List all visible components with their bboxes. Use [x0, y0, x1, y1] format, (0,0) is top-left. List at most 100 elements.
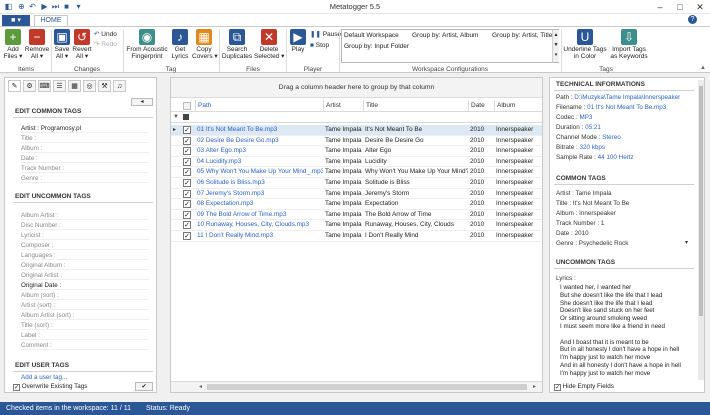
revert-all-button[interactable]: ↺ Revert All ▾ [72, 29, 92, 60]
uncommon-field[interactable]: Label : [21, 331, 149, 340]
import-tags-button[interactable]: ⇩ Import Tags as Keywords [608, 29, 650, 60]
workspace-item[interactable]: Group by: Artist, Album [412, 32, 478, 39]
common-field-title[interactable]: Title : [21, 134, 149, 143]
table-row[interactable]: ✓ 03 Alter Ego.mp3 Tame Impala Alter Ego 201… [171, 146, 542, 157]
info-scroll-thumb[interactable] [699, 86, 703, 316]
row-checkbox[interactable]: ✓ [183, 136, 191, 145]
maximize-icon[interactable]: □ [670, 0, 690, 14]
table-row[interactable]: ✓ 02 Desire Be Desire Go.mp3 Tame Impala De… [171, 136, 542, 147]
uncommon-field[interactable]: Title (sort) : [21, 321, 149, 330]
uncommon-field[interactable]: Original Album : [21, 261, 149, 270]
hide-empty-option[interactable]: ✓ Hide Empty Fields [554, 383, 614, 391]
table-row[interactable]: ✓ 08 Expectation.mp3 Tame Impala Expectatio… [171, 199, 542, 210]
overwrite-option[interactable]: ✓ Overwrite Existing Tags [13, 383, 87, 391]
delete-selected-button[interactable]: ✕ Delete Selected ▾ [254, 29, 284, 60]
undo-button[interactable]: ↶ Undo [94, 31, 117, 39]
lyrics-text[interactable]: I wanted her, I wanted her But she doesn'… [550, 284, 692, 380]
column-header-path[interactable]: Path [195, 100, 323, 112]
play-button[interactable]: ▶ Play [288, 29, 308, 53]
common-field-date[interactable]: Date : [21, 154, 149, 163]
uncommon-field[interactable]: Artist (sort) : [21, 301, 149, 310]
cover-tab-icon[interactable]: ▦ [68, 80, 81, 92]
web-tab-icon[interactable]: ◎ [83, 80, 96, 92]
row-checkbox[interactable]: ✓ [183, 232, 191, 240]
format-tab-icon[interactable]: ⚙ [23, 80, 36, 92]
row-checkbox[interactable]: ✓ [183, 200, 191, 209]
common-tag-genre[interactable]: Genre : Psychedelic Rock ▾ [556, 239, 692, 248]
row-checkbox[interactable]: ✓ [183, 221, 191, 230]
uncommon-field[interactable]: Lyricist : [21, 231, 149, 240]
workspace-list[interactable]: Default Workspace Group by: Artist, Albu… [341, 29, 559, 63]
scroll-right-icon[interactable]: ▸ [533, 383, 536, 390]
uncommon-field[interactable]: Languages : [21, 251, 149, 260]
workspace-item[interactable]: Group by: Input Folder [344, 43, 409, 50]
common-field-genre[interactable]: Genre : [21, 174, 149, 183]
row-checkbox[interactable]: ✓ [183, 179, 191, 187]
uncommon-field[interactable]: Album (sort) : [21, 291, 149, 300]
file-tab[interactable]: ■ ▾ [2, 15, 30, 26]
pause-button[interactable]: ❚❚ Pause [310, 31, 341, 39]
apply-tags-button[interactable]: ✔ [135, 382, 153, 391]
uncommon-field[interactable]: Album Artist : [21, 211, 149, 220]
table-row[interactable]: ✓ 10 Runaway, Houses, City, Clouds.mp3 Tam… [171, 220, 542, 231]
table-row[interactable]: ✓ 09 The Bold Arrow of Time.mp3 Tame Impal… [171, 210, 542, 221]
common-tag-date[interactable]: Date : 2010 [556, 229, 692, 238]
common-field-track[interactable]: Track Number : [21, 164, 149, 173]
overwrite-checkbox[interactable]: ✓ [13, 384, 20, 391]
genre-dropdown-icon[interactable]: ▾ [685, 239, 688, 248]
group-by-area[interactable]: Drag a column header here to group by th… [171, 78, 542, 98]
list-tab-icon[interactable]: ☰ [53, 80, 66, 92]
table-row[interactable]: ✓ 05 Why Won't You Make Up Your Mind_.mp3… [171, 167, 542, 178]
search-duplicates-button[interactable]: ⧉ Search Duplicates [221, 29, 253, 60]
common-tag-artist[interactable]: Artist : Tame Impala [556, 189, 692, 198]
row-checkbox[interactable]: ✓ [183, 126, 191, 134]
table-row[interactable]: ✓ 04 Lucidity.mp3 Tame Impala Lucidity 2010 I… [171, 157, 542, 168]
audio-tab-icon[interactable]: ♫ [113, 80, 126, 92]
add-user-tag-link[interactable]: Add a user tag... [21, 374, 67, 381]
hide-empty-checkbox[interactable]: ✓ [554, 384, 561, 391]
table-row[interactable]: ✓ 07 Jeremy's Storm.mp3 Tame Impala Jeremy'… [171, 189, 542, 200]
get-lyrics-button[interactable]: ♪ Get Lyrics [170, 29, 190, 60]
collapse-panel-button[interactable]: ◂ [131, 98, 153, 106]
uncommon-field[interactable]: Original Artist : [21, 271, 149, 280]
row-checkbox[interactable]: ✓ [183, 168, 191, 177]
tag-edit-tab-icon[interactable]: ✎ [8, 80, 21, 92]
save-all-button[interactable]: ▣ Save All ▾ [53, 29, 71, 60]
acoustic-fingerprint-button[interactable]: ◉ From Acoustic Fingerprint [125, 29, 169, 60]
home-tab[interactable]: HOME [34, 15, 68, 26]
common-tag-track[interactable]: Track Number : 1 [556, 219, 692, 228]
row-checkbox[interactable]: ✓ [183, 210, 191, 219]
minimize-icon[interactable]: – [650, 0, 670, 14]
row-checkbox[interactable]: ✓ [183, 189, 191, 198]
add-files-button[interactable]: + Add Files ▾ [2, 29, 24, 60]
close-icon[interactable]: ✕ [690, 0, 710, 14]
stop-button[interactable]: ■ Stop [310, 42, 329, 50]
row-checkbox[interactable]: ✓ [183, 147, 191, 156]
left-splitter[interactable] [160, 77, 166, 393]
table-row[interactable]: ✓ 11 I Don't Really Mind.mp3 Tame Impala I … [171, 231, 542, 242]
help-icon[interactable]: ? [688, 15, 697, 24]
uncommon-field[interactable]: Album Artist (sort) : [21, 311, 149, 320]
filter-row[interactable]: ▼ [171, 113, 542, 123]
workspace-item[interactable]: Group by: Artist, Title [492, 32, 552, 39]
column-header-date[interactable]: Date [468, 100, 494, 112]
uncommon-field[interactable]: Composer : [21, 241, 149, 250]
horizontal-scrollbar[interactable]: ◂ ▸ [171, 381, 542, 392]
collapse-ribbon-icon[interactable]: ▲ [700, 65, 706, 71]
underline-tags-button[interactable]: U Underline Tags in Color [563, 29, 607, 60]
uncommon-field[interactable]: Disc Number : [21, 221, 149, 230]
script-tab-icon[interactable]: ⌨ [38, 80, 51, 92]
scroll-left-icon[interactable]: ◂ [199, 383, 202, 390]
filter-checkbox[interactable] [183, 114, 189, 120]
uncommon-field[interactable]: Original Date : [21, 281, 149, 290]
workspace-scroll[interactable]: ▲ ▼ ▾ [552, 30, 559, 62]
column-header-artist[interactable]: Artist [323, 100, 363, 112]
row-checkbox[interactable]: ✓ [183, 157, 191, 166]
column-header-album[interactable]: Album [494, 100, 534, 112]
workspace-item[interactable]: Default Workspace [344, 32, 399, 39]
table-row[interactable]: ▸ ✓ 01 It's Not Meant To Be.mp3 Tame Impala… [171, 125, 542, 136]
uncommon-field[interactable]: Comment : [21, 341, 149, 350]
common-field-artist[interactable]: Artist : Programosy.pl [21, 124, 149, 133]
select-all-checkbox[interactable] [183, 102, 191, 110]
filter-icon[interactable]: ▼ [173, 114, 179, 120]
